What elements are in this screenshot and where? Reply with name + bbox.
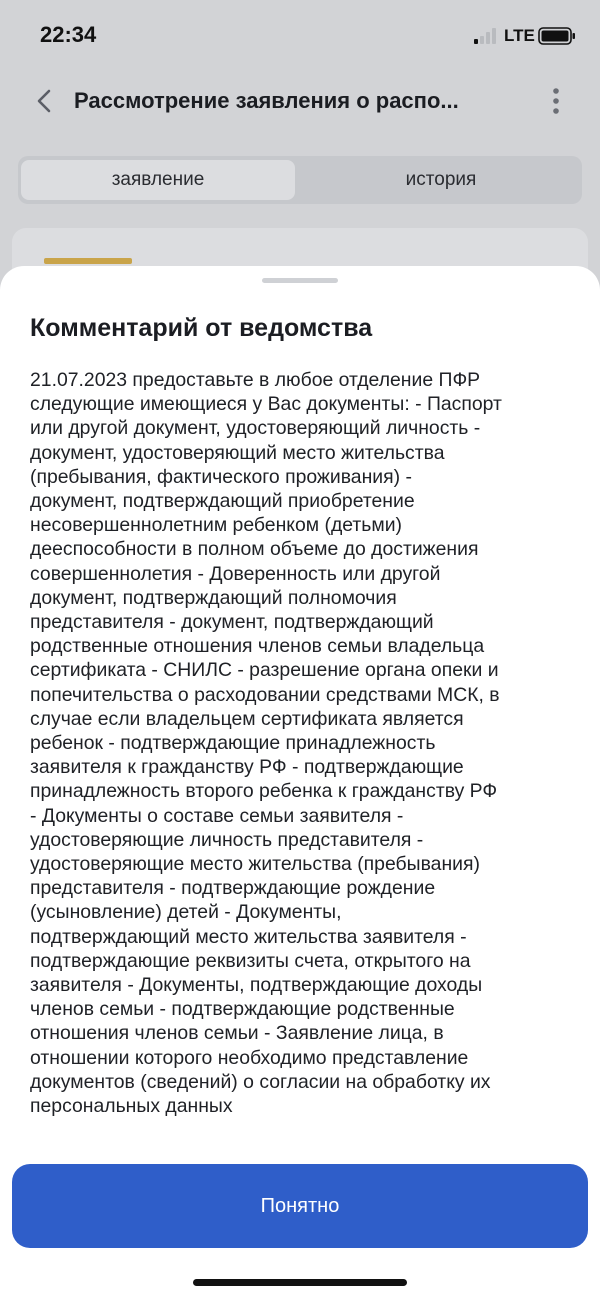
tabs: заявление история xyxy=(18,156,582,204)
comment-line: несовершеннолетним ребенком (детьми) xyxy=(30,514,403,537)
comment-line: ребенок - подтверждающие принадлежность xyxy=(30,732,436,755)
comment-text: 21.07.2023 предоставьте в любое отделени… xyxy=(30,368,578,1118)
bottom-sheet: Комментарий от ведомства 21.07.2023 пред… xyxy=(0,266,600,1297)
comment-line: дееспособности в полном объеме до достиж… xyxy=(30,538,479,561)
comment-line: (усыновление) детей - Документы, xyxy=(30,901,342,924)
comment-line: представителя - подтверждающие рождение xyxy=(30,877,436,900)
comment-line: следующие имеющиеся у Вас документы: - П… xyxy=(30,393,502,416)
comment-line: представителя - документ, подтверждающий xyxy=(30,611,434,634)
more-vertical-icon[interactable] xyxy=(548,86,564,116)
comment-line: попечительства о расходовании средствами… xyxy=(30,683,500,706)
network-label: LTE xyxy=(504,26,535,45)
status-time: 22:34 xyxy=(40,22,97,47)
comment-line: - Документы о составе семьи заявителя - xyxy=(30,804,404,827)
comment-line: документ, подтверждающий приобретение xyxy=(30,490,415,513)
comment-line: сертификата - СНИЛС - разрешение органа … xyxy=(30,659,499,682)
comment-line: (пребывания, фактического проживания) - xyxy=(30,465,412,488)
comment-line: отношения членов семьи - Заявление лица,… xyxy=(30,1022,444,1045)
comment-line: документ, подтверждающий полномочия xyxy=(30,586,397,609)
sheet-title: Комментарий от ведомства xyxy=(30,314,373,342)
comment-line: членов семьи - подтверждающие родственны… xyxy=(30,998,455,1021)
comment-line: удостоверяющие личность представителя - xyxy=(30,828,424,851)
comment-line: принадлежность второго ребенка к граждан… xyxy=(30,780,498,803)
comment-line: заявителя - Документы, подтверждающие до… xyxy=(30,974,483,997)
comment-line: подтверждающие реквизиты счета, открытог… xyxy=(30,949,471,972)
comment-line: удостоверяющие место жительства (пребыва… xyxy=(30,853,480,876)
comment-line: отношении которого необходимо представле… xyxy=(30,1046,469,1069)
page-title: Рассмотрение заявления о распо... xyxy=(74,88,459,113)
comment-line: 21.07.2023 предоставьте в любое отделени… xyxy=(30,369,481,391)
card-accent-bar xyxy=(44,258,132,264)
chevron-left-icon[interactable] xyxy=(34,88,56,114)
status-bar: 22:34 LTE xyxy=(0,0,600,70)
comment-line: совершеннолетия - Доверенность или друго… xyxy=(30,562,441,585)
tab-application[interactable]: заявление xyxy=(21,160,295,200)
battery-icon xyxy=(538,27,575,45)
comment-line: или другой документ, удостоверяющий личн… xyxy=(30,417,481,440)
comment-line: случае если владельцем сертификата являе… xyxy=(30,707,464,730)
comment-line: родственные отношения членов семьи владе… xyxy=(30,635,485,658)
comment-line: заявителя к гражданству РФ - подтверждаю… xyxy=(30,756,464,779)
sheet-drag-handle[interactable] xyxy=(262,278,338,283)
signal-icon xyxy=(474,28,496,44)
comment-line: персональных данных xyxy=(30,1095,233,1118)
comment-line: документ, удостоверяющий место жительств… xyxy=(30,441,445,464)
comment-line: подтверждающий место жительства заявител… xyxy=(30,925,467,948)
understood-button[interactable]: Понятно xyxy=(12,1164,588,1248)
home-indicator xyxy=(193,1279,407,1286)
tab-history[interactable]: история xyxy=(304,160,578,200)
comment-line: документов (сведений) о согласии на обра… xyxy=(30,1070,491,1093)
